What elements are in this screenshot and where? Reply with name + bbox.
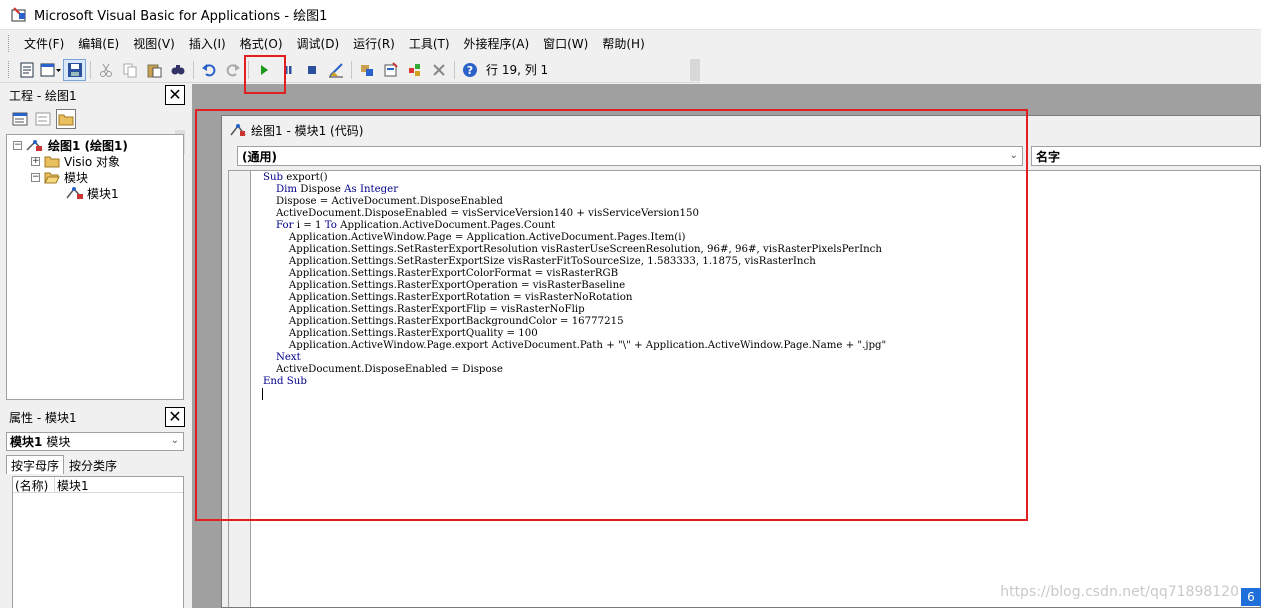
properties-window-icon[interactable] <box>379 59 402 81</box>
object-browser-icon[interactable] <box>403 59 426 81</box>
menu-file[interactable]: 文件(F) <box>17 33 71 54</box>
project-icon <box>26 140 43 151</box>
menu-addins[interactable]: 外接程序(A) <box>457 33 537 54</box>
project-explorer: 工程 - 绘图1 ✕ − 绘图1 (绘图1) + Visio 对象 − 模块 模… <box>4 84 186 402</box>
project-explorer-icon[interactable] <box>355 59 378 81</box>
view-code-icon[interactable] <box>10 109 30 129</box>
insert-userform-icon[interactable] <box>39 59 62 81</box>
toolbar-options-chevron[interactable] <box>690 59 700 81</box>
corner-badge: 6 <box>1241 588 1261 606</box>
toggle-folders-icon[interactable] <box>56 109 76 129</box>
project-explorer-title: 工程 - 绘图1 <box>9 88 77 103</box>
tab-alphabetic[interactable]: 按字母序 <box>6 455 65 474</box>
menubar-grip[interactable] <box>8 35 11 52</box>
module-icon <box>66 187 83 199</box>
toolbar-grip[interactable] <box>8 61 11 78</box>
procedure-combo[interactable]: 名字 <box>1031 146 1261 166</box>
tree-node-project-label: 绘图1 (绘图1) <box>48 138 128 153</box>
object-name: 模块1 <box>10 435 43 449</box>
reset-icon[interactable] <box>300 59 323 81</box>
cut-icon[interactable] <box>94 59 117 81</box>
folder-icon <box>44 156 60 168</box>
toolbar-separator <box>351 60 352 79</box>
menu-view[interactable]: 视图(V) <box>126 33 182 54</box>
properties-tabs: 按字母序 按分类序 <box>6 455 122 474</box>
toolbar-separator <box>193 60 194 79</box>
close-icon[interactable]: ✕ <box>165 407 185 427</box>
open-folder-icon <box>44 172 60 184</box>
properties-header: 属性 - 模块1 ✕ <box>4 406 186 428</box>
menu-tools[interactable]: 工具(T) <box>402 33 457 54</box>
menu-insert[interactable]: 插入(I) <box>182 33 233 54</box>
menu-bar: 文件(F) 编辑(E) 视图(V) 插入(I) 格式(O) 调试(D) 运行(R… <box>0 30 1261 57</box>
properties-window: 属性 - 模块1 ✕ 模块1 模块 ⌄ 按字母序 按分类序 (名称) 模块1 <box>4 406 186 608</box>
collapse-icon[interactable]: − <box>13 140 22 150</box>
watermark: https://blog.csdn.net/qq71898120 <box>1000 584 1239 600</box>
view-object-icon[interactable] <box>33 109 53 129</box>
paste-icon[interactable] <box>142 59 165 81</box>
tree-node-module1-label: 模块1 <box>87 186 119 201</box>
menu-window[interactable]: 窗口(W) <box>536 33 595 54</box>
project-explorer-toolbar <box>4 106 186 154</box>
annotation-highlight-code <box>195 109 1028 521</box>
tab-categorized[interactable]: 按分类序 <box>64 455 122 474</box>
menu-debug[interactable]: 调试(D) <box>290 33 347 54</box>
design-mode-icon[interactable] <box>324 59 347 81</box>
tree-node-project[interactable]: − 绘图1 (绘图1) <box>7 137 183 153</box>
annotation-highlight-run-button <box>244 55 286 94</box>
menu-edit[interactable]: 编辑(E) <box>71 33 126 54</box>
property-row[interactable]: (名称) 模块1 <box>13 477 183 493</box>
property-key: (名称) <box>13 477 55 493</box>
tree-node-visio-objects[interactable]: + Visio 对象 <box>7 153 183 169</box>
menu-format[interactable]: 格式(O) <box>233 33 290 54</box>
title-bar: Microsoft Visual Basic for Applications … <box>0 0 1261 30</box>
toolbar-separator <box>90 60 91 79</box>
object-selector[interactable]: 模块1 模块 ⌄ <box>6 432 184 451</box>
project-tree: − 绘图1 (绘图1) + Visio 对象 − 模块 模块1 <box>6 134 184 400</box>
tree-node-module1[interactable]: 模块1 <box>7 185 183 201</box>
menu-help[interactable]: 帮助(H) <box>595 33 651 54</box>
collapse-icon[interactable]: − <box>31 172 40 182</box>
tree-node-modules-label: 模块 <box>64 170 89 185</box>
properties-grid: (名称) 模块1 <box>12 476 184 608</box>
help-icon[interactable]: ? <box>458 59 481 81</box>
save-icon[interactable] <box>63 58 86 81</box>
toolbar-area-empty <box>700 57 1261 83</box>
tree-node-modules[interactable]: − 模块 <box>7 169 183 185</box>
svg-text:?: ? <box>466 64 472 77</box>
redo-icon[interactable] <box>221 59 244 81</box>
properties-title: 属性 - 模块1 <box>9 410 77 425</box>
procedure-combo-value: 名字 <box>1036 149 1061 164</box>
property-value[interactable]: 模块1 <box>55 477 89 493</box>
copy-icon[interactable] <box>118 59 141 81</box>
tree-node-visio-objects-label: Visio 对象 <box>64 154 121 169</box>
standard-toolbar: ? 行 19, 列 1 <box>0 57 700 83</box>
object-type: 模块 <box>46 435 71 449</box>
chevron-down-icon[interactable]: ⌄ <box>171 435 179 446</box>
toolbox-icon[interactable] <box>427 59 450 81</box>
project-explorer-header: 工程 - 绘图1 ✕ <box>4 84 186 106</box>
toolbar-separator <box>454 60 455 79</box>
window-title: Microsoft Visual Basic for Applications … <box>34 9 328 24</box>
view-visio-icon[interactable] <box>15 59 38 81</box>
close-icon[interactable]: ✕ <box>165 85 185 105</box>
expand-icon[interactable]: + <box>31 156 40 166</box>
vba-app-icon <box>10 6 28 24</box>
cursor-position-readout: 行 19, 列 1 <box>486 63 549 77</box>
menu-run[interactable]: 运行(R) <box>346 33 402 54</box>
find-icon[interactable] <box>166 59 189 81</box>
undo-icon[interactable] <box>197 59 220 81</box>
